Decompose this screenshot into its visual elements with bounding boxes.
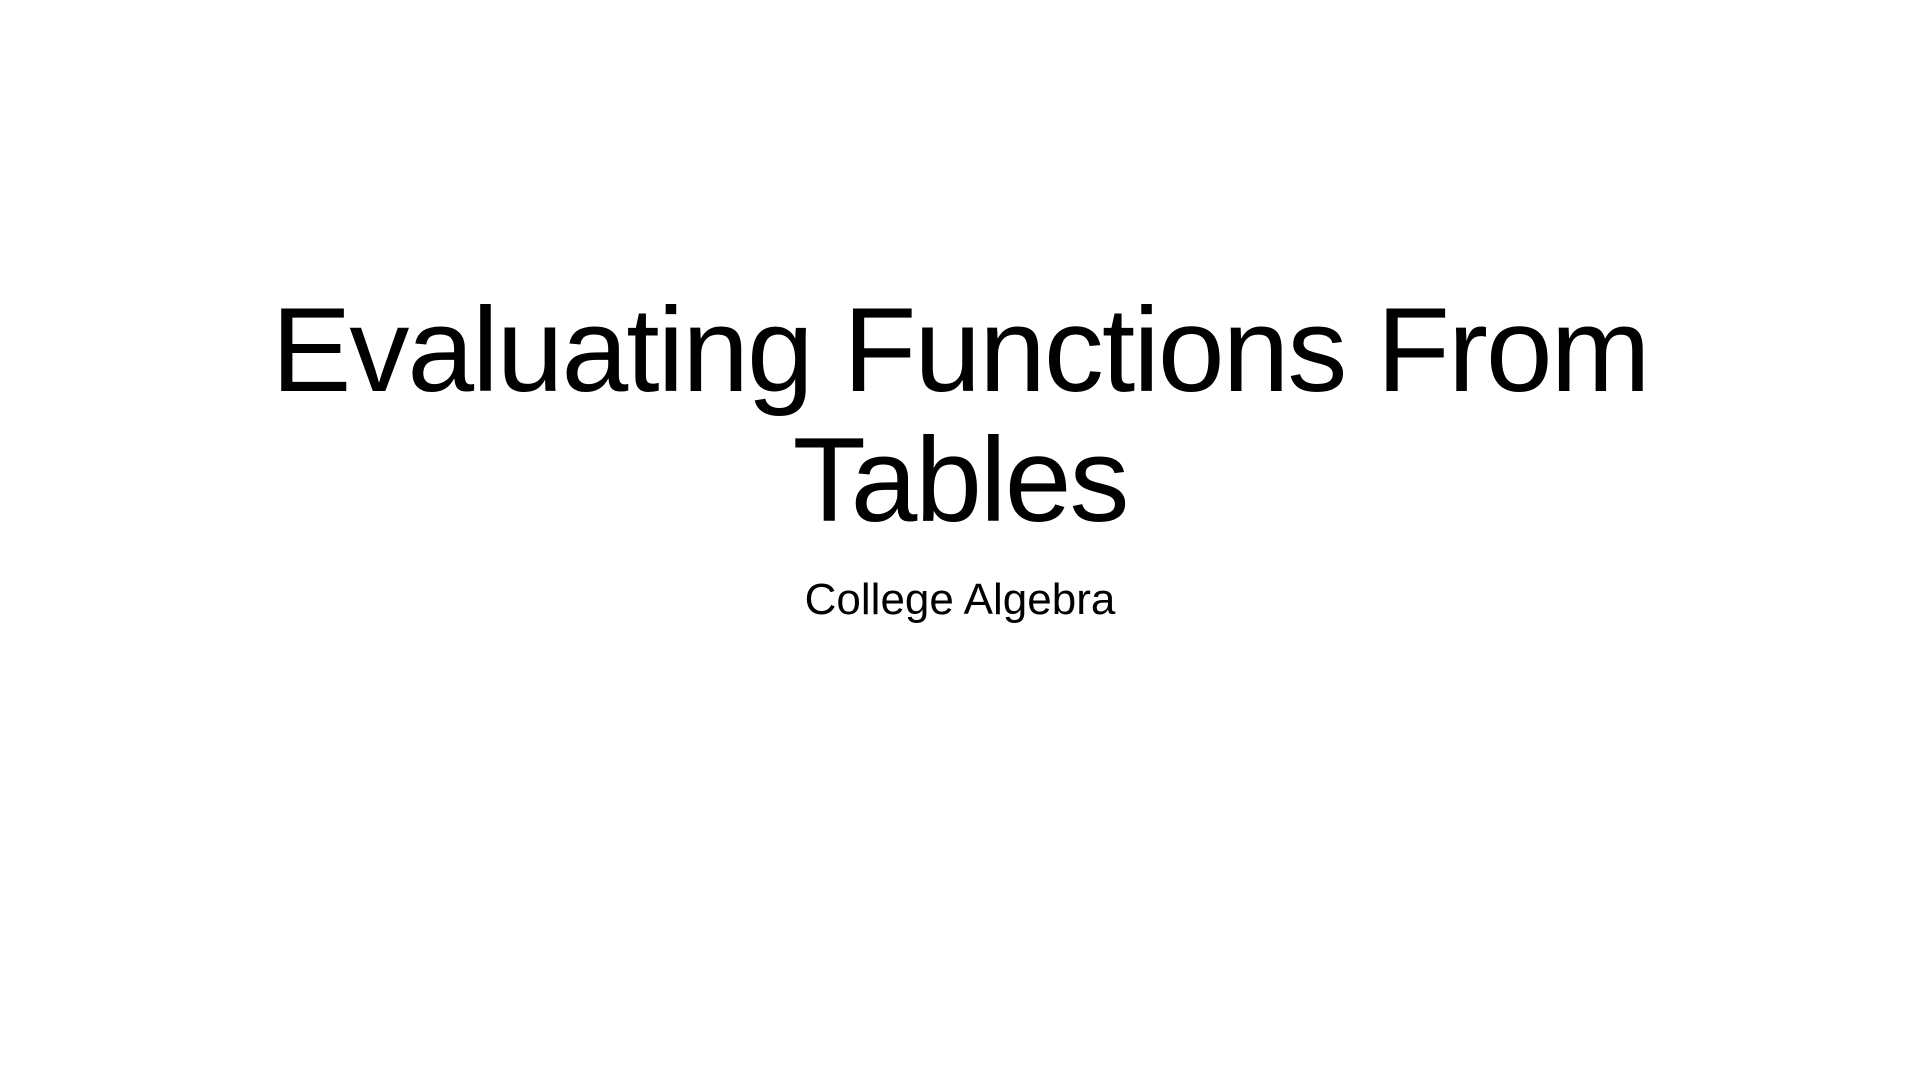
slide-title: Evaluating Functions From Tables bbox=[271, 283, 1650, 547]
slide-subtitle: College Algebra bbox=[804, 575, 1116, 624]
title-slide: Evaluating Functions From Tables College… bbox=[0, 0, 1920, 1080]
